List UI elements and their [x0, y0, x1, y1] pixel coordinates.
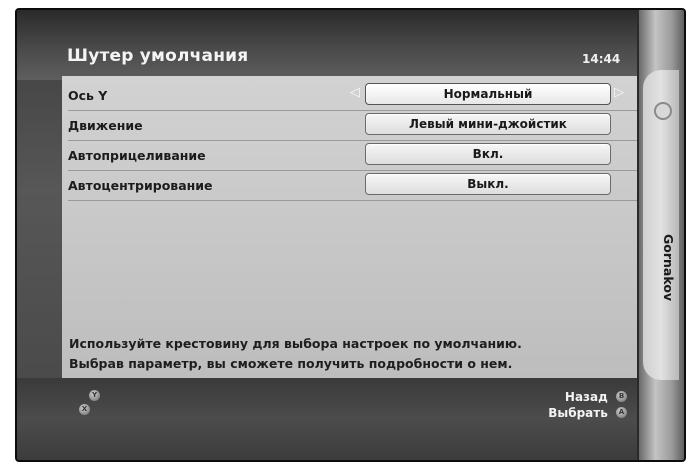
back-label: Назад	[564, 390, 608, 404]
setting-label: Автоприцеливание	[68, 148, 206, 163]
setting-label: Автоцентрирование	[68, 178, 213, 193]
setting-value: Нормальный	[443, 87, 533, 101]
side-blade[interactable]: Gornakov	[637, 10, 684, 460]
setting-row-y-axis[interactable]: Ось Y ◁ Нормальный ▷	[68, 80, 648, 111]
blade-label[interactable]: Gornakov	[646, 228, 676, 308]
y-button-icon: Y	[89, 390, 100, 401]
help-line-2: Выбрав параметр, вы сможете получить под…	[69, 356, 513, 371]
footer-bar: Y X Назад B Выбрать A	[17, 378, 649, 460]
clock: 14:44	[582, 52, 621, 66]
b-button-icon: B	[616, 391, 627, 402]
help-line-1: Используйте крестовину для выбора настро…	[69, 336, 522, 351]
setting-value-box[interactable]: Выкл.	[365, 173, 611, 195]
select-action[interactable]: Выбрать A	[548, 406, 627, 420]
setting-label: Ось Y	[68, 88, 108, 103]
help-text: Используйте крестовину для выбора настро…	[69, 334, 629, 374]
select-label: Выбрать	[548, 406, 608, 420]
setting-row-autoaim[interactable]: Автоприцеливание Вкл.	[68, 140, 648, 171]
page-title: Шутер умолчания	[67, 46, 249, 66]
header-bar: Шутер умолчания 14:44	[17, 10, 649, 80]
dashboard-frame: Шутер умолчания 14:44 Ось Y ◁ Нормальный…	[15, 8, 686, 462]
setting-value: Вкл.	[472, 147, 504, 161]
setting-row-autocenter[interactable]: Автоцентрирование Выкл.	[68, 170, 648, 201]
setting-value-box[interactable]: Нормальный	[365, 83, 611, 105]
arrow-right-icon[interactable]: ▷	[614, 86, 624, 100]
setting-value: Левый мини-джойстик	[409, 117, 567, 131]
setting-value-box[interactable]: Левый мини-джойстик	[365, 113, 611, 135]
setting-value-box[interactable]: Вкл.	[365, 143, 611, 165]
setting-label: Движение	[68, 118, 143, 133]
x-button-icon: X	[79, 404, 90, 415]
arrow-left-icon[interactable]: ◁	[350, 86, 360, 100]
a-button-icon: A	[616, 407, 627, 418]
settings-panel: Ось Y ◁ Нормальный ▷ Движение Левый мини…	[62, 76, 650, 378]
back-action[interactable]: Назад B	[565, 390, 627, 404]
setting-value: Выкл.	[467, 177, 509, 191]
setting-row-movement[interactable]: Движение Левый мини-джойстик	[68, 110, 648, 141]
blade-ring-icon	[654, 102, 672, 120]
